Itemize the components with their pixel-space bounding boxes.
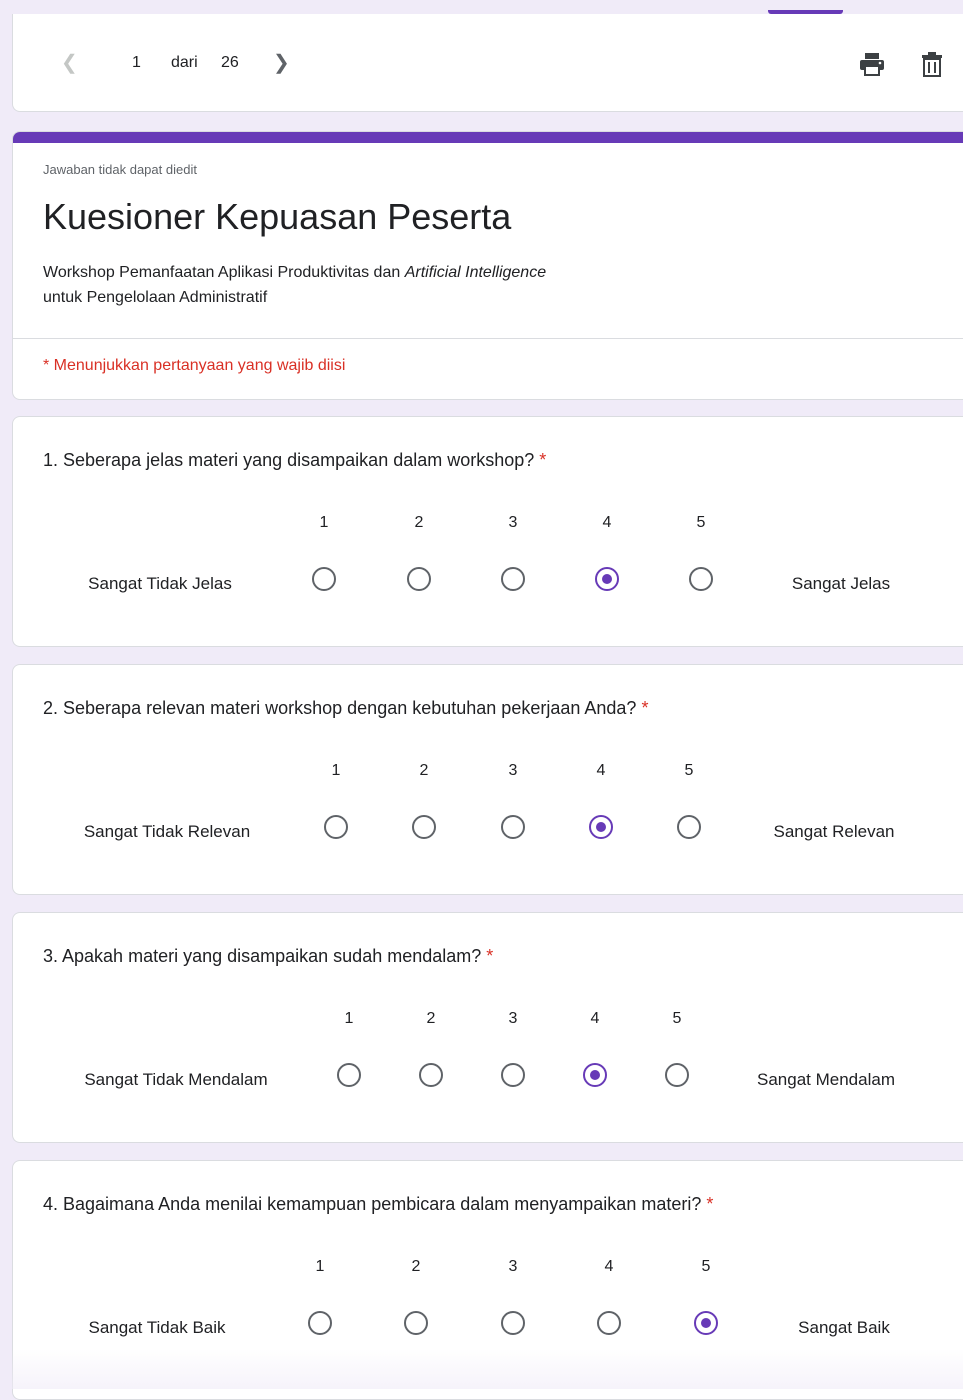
scale-radio[interactable] bbox=[677, 815, 701, 839]
total-responses: 26 bbox=[221, 54, 239, 71]
scale-radio[interactable] bbox=[419, 1063, 443, 1087]
scale-radio[interactable] bbox=[597, 1311, 621, 1335]
scale-number: 4 bbox=[590, 1010, 600, 1027]
scale-number: 5 bbox=[696, 514, 706, 531]
scale-number: 3 bbox=[508, 762, 518, 779]
question-card-2: 2. Seberapa relevan materi workshop deng… bbox=[12, 664, 963, 895]
form-header: Jawaban tidak dapat diedit Kuesioner Kep… bbox=[12, 131, 963, 400]
scale-radio[interactable] bbox=[689, 567, 713, 591]
question-title: 2. Seberapa relevan materi workshop deng… bbox=[43, 698, 649, 718]
required-star: * bbox=[706, 1194, 714, 1214]
print-icon[interactable] bbox=[859, 52, 885, 76]
scale-number: 2 bbox=[411, 1258, 421, 1275]
scale-number: 1 bbox=[319, 514, 329, 531]
current-response-number: 1 bbox=[132, 54, 141, 71]
scale-number: 1 bbox=[315, 1258, 325, 1275]
question-card-1: 1. Seberapa jelas materi yang disampaika… bbox=[12, 416, 963, 647]
scale-number: 4 bbox=[604, 1258, 614, 1275]
required-star: * bbox=[641, 698, 649, 718]
not-editable-note: Jawaban tidak dapat diedit bbox=[43, 162, 197, 177]
question-title: 3. Apakah materi yang disampaikan sudah … bbox=[43, 946, 494, 966]
scale-number: 3 bbox=[508, 514, 518, 531]
scale-radio[interactable] bbox=[501, 567, 525, 591]
scale-radio-selected[interactable] bbox=[694, 1311, 718, 1335]
scale-radio[interactable] bbox=[501, 815, 525, 839]
required-star: * bbox=[486, 946, 494, 966]
scale-radio-selected[interactable] bbox=[583, 1063, 607, 1087]
scale-radio[interactable] bbox=[501, 1311, 525, 1335]
form-title: Kuesioner Kepuasan Peserta bbox=[43, 196, 512, 237]
scale-number: 2 bbox=[414, 514, 424, 531]
scale-radio[interactable] bbox=[665, 1063, 689, 1087]
scale-low-label: Sangat Tidak Baik bbox=[88, 1318, 226, 1337]
scale-radio[interactable] bbox=[308, 1311, 332, 1335]
required-note: * Menunjukkan pertanyaan yang wajib diis… bbox=[43, 357, 346, 374]
scale-high-label: Sangat Jelas bbox=[791, 574, 891, 593]
scale-radio[interactable] bbox=[404, 1311, 428, 1335]
response-navigator: ❮ 1 dari 26 ❯ bbox=[12, 14, 963, 112]
scale-number: 1 bbox=[331, 762, 341, 779]
scale-radio-selected[interactable] bbox=[595, 567, 619, 591]
delete-icon[interactable] bbox=[921, 51, 943, 77]
scale-radio[interactable] bbox=[324, 815, 348, 839]
scale-radio[interactable] bbox=[407, 567, 431, 591]
chevron-left-icon[interactable]: ❮ bbox=[61, 50, 78, 75]
scale-low-label: Sangat Tidak Mendalam bbox=[84, 1070, 268, 1089]
header-accent-bar bbox=[13, 132, 963, 143]
question-card-4: 4. Bagaimana Anda menilai kemampuan pemb… bbox=[12, 1160, 963, 1400]
response-of-label: dari bbox=[171, 54, 198, 71]
scale-number: 4 bbox=[596, 762, 606, 779]
chevron-right-icon[interactable]: ❯ bbox=[273, 50, 290, 75]
scale-number: 1 bbox=[344, 1010, 354, 1027]
question-title: 4. Bagaimana Anda menilai kemampuan pemb… bbox=[43, 1194, 714, 1214]
scale-number: 3 bbox=[508, 1258, 518, 1275]
scale-radio[interactable] bbox=[501, 1063, 525, 1087]
scale-high-label: Sangat Mendalam bbox=[757, 1070, 895, 1089]
scale-low-label: Sangat Tidak Jelas bbox=[88, 574, 232, 593]
question-card-3: 3. Apakah materi yang disampaikan sudah … bbox=[12, 912, 963, 1143]
scale-radio[interactable] bbox=[312, 567, 336, 591]
required-star: * bbox=[539, 450, 547, 470]
scale-number: 2 bbox=[419, 762, 429, 779]
scale-number: 5 bbox=[672, 1010, 682, 1027]
scale-high-label: Sangat Baik bbox=[798, 1318, 890, 1337]
form-description: Workshop Pemanfaatan Aplikasi Produktivi… bbox=[43, 264, 547, 306]
scale-radio[interactable] bbox=[412, 815, 436, 839]
scale-number: 5 bbox=[701, 1258, 711, 1275]
scale-high-label: Sangat Relevan bbox=[773, 822, 895, 841]
scale-radio-selected[interactable] bbox=[589, 815, 613, 839]
question-title: 1. Seberapa jelas materi yang disampaika… bbox=[43, 450, 547, 470]
scale-number: 5 bbox=[684, 762, 694, 779]
scale-low-label: Sangat Tidak Relevan bbox=[83, 822, 251, 841]
scale-number: 3 bbox=[508, 1010, 518, 1027]
header-divider bbox=[13, 338, 963, 339]
scale-number: 4 bbox=[602, 514, 612, 531]
scale-number: 2 bbox=[426, 1010, 436, 1027]
scale-radio[interactable] bbox=[337, 1063, 361, 1087]
